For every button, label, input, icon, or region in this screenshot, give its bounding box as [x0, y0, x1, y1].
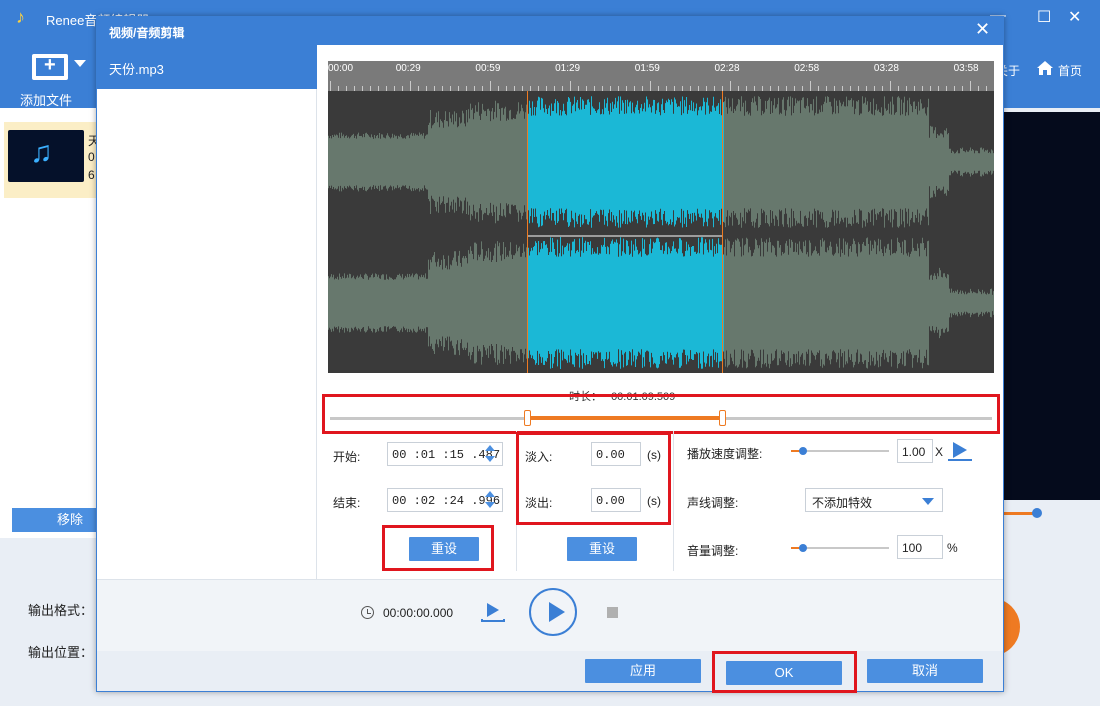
volume-label: 音量调整: [687, 544, 739, 558]
clock-icon [361, 606, 374, 619]
add-file-label: 添加文件 [20, 93, 73, 108]
selection-range[interactable] [527, 91, 723, 373]
dialog-title: 视频/音频剪辑 [109, 26, 185, 40]
fade-in-label: 淡入: [525, 450, 553, 464]
ruler-tick-label: 03:28 [873, 63, 899, 74]
dialog-footer: 应用 OK 取消 [97, 651, 1003, 691]
file-card-line: 0 [88, 150, 95, 164]
duration-label: 时长： [569, 391, 602, 403]
waveform-view[interactable]: 00:00 00:29 00:59 01:29 01:59 02:28 02:58 03:28… [328, 61, 994, 373]
speed-preview-play-icon[interactable] [947, 439, 973, 461]
arrow-up-icon[interactable] [485, 491, 495, 497]
file-list-item[interactable]: 天份.mp3 [97, 45, 317, 89]
trim-selected-range [528, 416, 722, 420]
divider [673, 431, 674, 571]
stop-icon[interactable] [607, 607, 618, 618]
volume-unit: % [947, 541, 958, 555]
ruler-tick [570, 81, 571, 91]
chevron-down-icon[interactable] [74, 60, 86, 67]
end-time-stepper[interactable] [483, 488, 497, 512]
trim-start-handle[interactable] [524, 410, 531, 426]
trim-reset-button[interactable]: 重设 [409, 537, 479, 561]
volume-slider-knob[interactable] [799, 544, 807, 552]
preview-volume-knob[interactable] [1032, 508, 1042, 518]
ruler-tick [330, 81, 331, 91]
file-list-panel: 天 0 6 [0, 108, 100, 538]
ruler-tick-label: 00:59 [475, 63, 501, 74]
ruler-tick [410, 81, 411, 91]
voice-effect-value: 不添加特效 [812, 496, 873, 510]
ruler-tick-label: 00:00 [328, 63, 354, 74]
window-close-icon[interactable]: ✕ [1068, 7, 1081, 27]
divider [516, 431, 517, 571]
ruler-tick [810, 81, 811, 91]
arrow-down-icon[interactable] [485, 456, 495, 462]
music-thumbnail [8, 130, 84, 182]
close-icon[interactable]: ✕ [975, 19, 990, 40]
output-format-label: 输出格式： [28, 603, 94, 618]
arrow-down-icon[interactable] [485, 502, 495, 508]
fade-in-unit: (s) [647, 448, 661, 462]
speed-slider[interactable] [791, 444, 889, 458]
fade-out-input[interactable]: 0.00 [591, 488, 641, 512]
ruler-tick [970, 81, 971, 91]
fade-out-label: 淡出: [525, 496, 553, 510]
voice-label: 声线调整: [687, 496, 739, 510]
speed-label: 播放速度调整: [687, 447, 763, 461]
output-location-label: 输出位置： [28, 645, 94, 660]
ruler-tick [890, 81, 891, 91]
trim-slider[interactable] [328, 410, 994, 426]
volume-slider[interactable] [791, 541, 889, 555]
duration-readout: 时长： 00:01:09.509 [569, 388, 675, 404]
file-card[interactable]: 天 0 6 [4, 122, 100, 198]
ruler-tick-label: 03:58 [953, 63, 979, 74]
ruler-tick-label: 01:29 [555, 63, 581, 74]
fade-reset-button[interactable]: 重设 [567, 537, 637, 561]
play-button[interactable] [529, 588, 577, 636]
home-link[interactable]: 首页 [1058, 62, 1082, 79]
dialog-file-list: 天份.mp3 [97, 45, 317, 579]
speed-unit: X [935, 445, 944, 459]
playback-time: 00:00:00.000 [383, 606, 454, 620]
ruler-tick-label: 01:59 [634, 63, 660, 74]
arrow-up-icon[interactable] [485, 445, 495, 451]
fade-in-input[interactable]: 0.00 [591, 442, 641, 466]
dialog-titlebar: 视频/音频剪辑 ✕ [97, 17, 1003, 45]
volume-input[interactable]: 100 [897, 535, 943, 559]
speed-slider-knob[interactable] [799, 447, 807, 455]
add-file-button[interactable]: + 添加文件 [14, 50, 94, 108]
video-preview [1004, 112, 1100, 500]
play-segment-icon[interactable] [481, 600, 505, 622]
waveform-area[interactable] [328, 91, 994, 373]
time-ruler: 00:00 00:29 00:59 01:29 01:59 02:28 02:58 03:28… [328, 61, 994, 91]
trim-end-handle[interactable] [719, 410, 726, 426]
ok-button[interactable]: OK [726, 661, 842, 685]
film-add-icon: + [32, 54, 68, 80]
ruler-tick [730, 81, 731, 91]
clip-dialog: 视频/音频剪辑 ✕ 天份.mp3 00:00 00:29 00:59 01:29 01:… [96, 16, 1004, 693]
ruler-tick-label: 00:29 [395, 63, 421, 74]
ruler-tick-label: 02:28 [714, 63, 740, 74]
start-label: 开始: [333, 450, 361, 464]
music-note-logo-icon: ♪ [16, 7, 25, 27]
ruler-tick-label: 02:58 [794, 63, 820, 74]
end-label: 结束: [333, 496, 361, 510]
playback-bar: 00:00:00.000 [97, 579, 1003, 651]
apply-button[interactable]: 应用 [585, 659, 701, 683]
start-time-stepper[interactable] [483, 442, 497, 466]
home-icon[interactable] [1036, 60, 1054, 76]
ruler-tick [650, 81, 651, 91]
chevron-down-icon[interactable] [922, 498, 934, 505]
ruler-tick [490, 81, 491, 91]
speed-input[interactable]: 1.00 [897, 439, 933, 463]
cancel-button[interactable]: 取消 [867, 659, 983, 683]
fade-out-unit: (s) [647, 494, 661, 508]
duration-value: 00:01:09.509 [611, 391, 676, 403]
maximize-icon[interactable]: ☐ [1037, 7, 1051, 27]
file-card-line: 6 [88, 168, 95, 182]
voice-effect-select[interactable]: 不添加特效 [805, 488, 943, 512]
